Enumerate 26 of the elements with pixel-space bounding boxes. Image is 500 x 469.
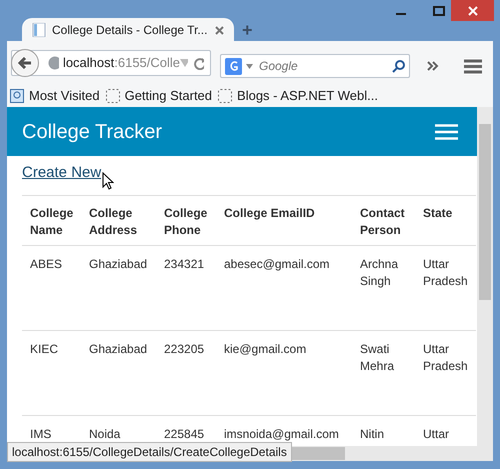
status-tooltip: localhost:6155/CollegeDetails/CreateCollegeDetails (7, 442, 292, 462)
column-header: College Name (30, 206, 74, 237)
table-cell: abesec@gmail.com (224, 257, 330, 271)
column-header: Contact Person (360, 206, 405, 237)
table-cell: 234321 (164, 257, 204, 271)
table-cell: KIEC (30, 342, 58, 356)
table-cell: ABES (30, 257, 62, 271)
column-header: College Phone (164, 206, 208, 237)
table-cell: Uttar Pradesh (423, 342, 468, 373)
table-cell: 225845 (164, 427, 204, 441)
column-header: State (423, 206, 452, 220)
table-cell: kie@gmail.com (224, 342, 306, 356)
table-cell: Uttar Pradesh (423, 257, 468, 288)
table-cell: Nitin (360, 427, 384, 441)
table-cell: imsnoida@gmail.com (224, 427, 339, 441)
table-cell: Noida (89, 427, 120, 441)
column-header: College Address (89, 206, 138, 237)
table-cell: Ghaziabad (89, 342, 148, 356)
table-cell: Archna Singh (360, 257, 398, 288)
table-cell: Ghaziabad (89, 257, 148, 271)
table-cell: IMS (30, 427, 52, 441)
tab-title: College Details - College Tr... (52, 22, 208, 39)
table-cell: Swati Mehra (360, 342, 394, 373)
table-cell: 223205 (164, 342, 204, 356)
table-cell: Uttar (423, 427, 450, 441)
column-header: College EmailID (224, 206, 315, 220)
